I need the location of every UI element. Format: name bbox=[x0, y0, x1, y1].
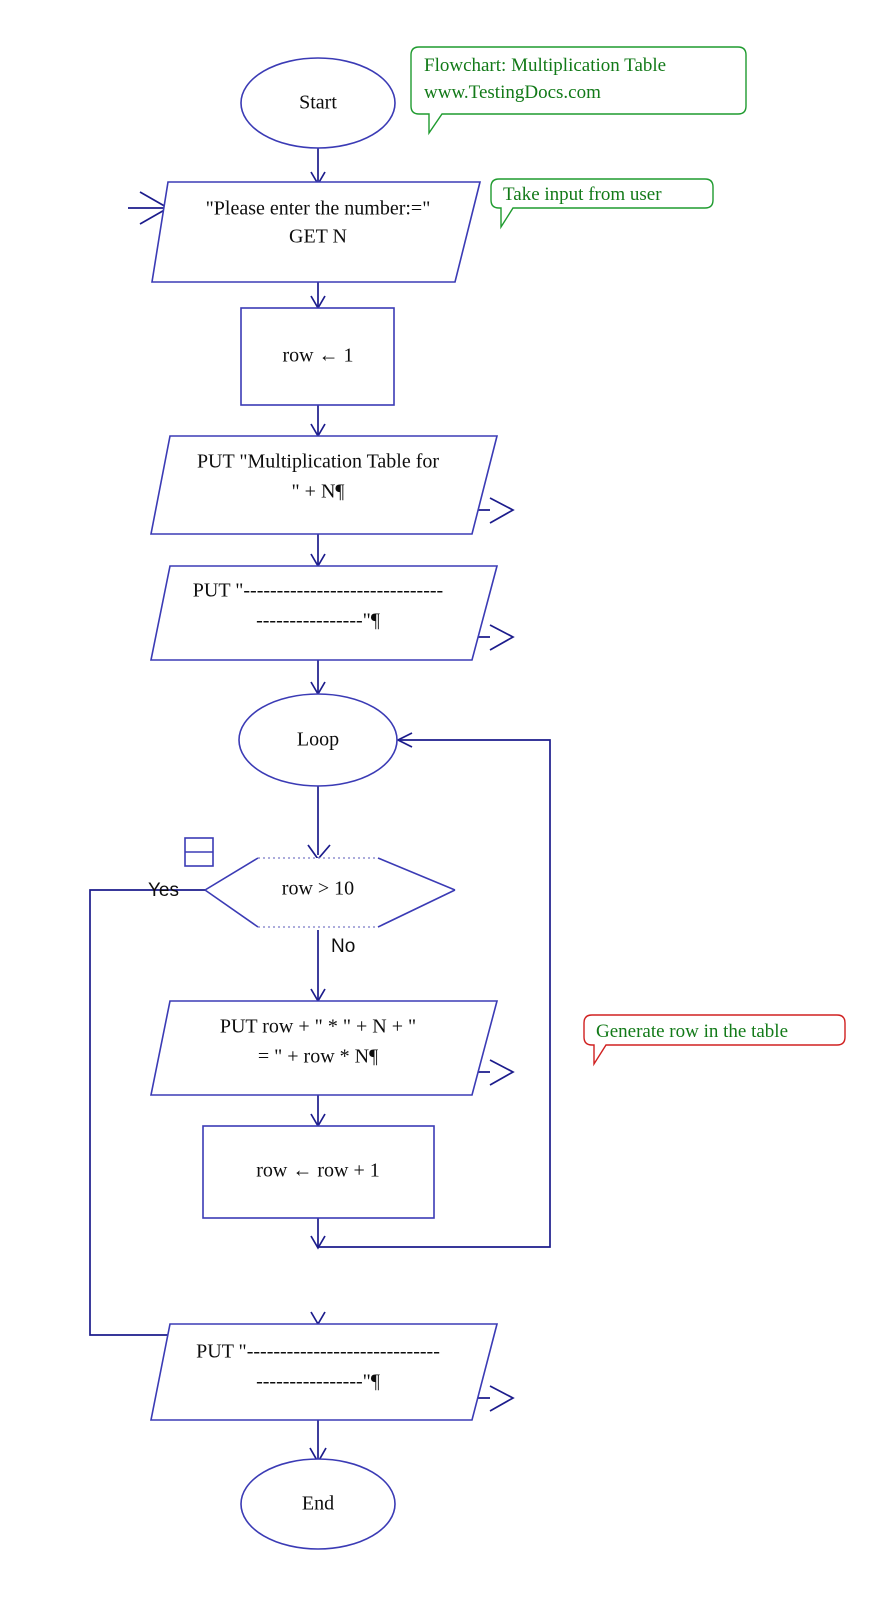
flowchart-canvas: Start "Please enter the number:=" GET N … bbox=[0, 0, 879, 1613]
node-input[interactable]: "Please enter the number:=" GET N bbox=[151, 181, 482, 283]
input-label-line2: GET N bbox=[289, 226, 347, 248]
node-put-separator-top[interactable]: PUT "------------------------------ ----… bbox=[150, 565, 499, 661]
put-sep-bottom-line1: PUT "----------------------------- bbox=[196, 1341, 440, 1363]
callout-input-line1: Take input from user bbox=[503, 184, 662, 205]
put-header-line2: " + N¶ bbox=[292, 481, 345, 503]
node-increment[interactable]: row ← row + 1 bbox=[202, 1125, 435, 1219]
put-sep-bottom-line2: ----------------"¶ bbox=[256, 1371, 380, 1393]
node-decision[interactable]: row > 10 Yes No bbox=[148, 837, 456, 957]
arrowhead-putheader-out bbox=[489, 497, 515, 524]
callout-title-line1: Flowchart: Multiplication Table bbox=[424, 55, 666, 76]
node-end[interactable]: End bbox=[240, 1458, 396, 1550]
node-put-header[interactable]: PUT "Multiplication Table for " + N¶ bbox=[150, 435, 499, 535]
node-start[interactable]: Start bbox=[240, 57, 396, 149]
arrowhead-putrow-out bbox=[489, 1059, 515, 1086]
callout-title-line2: www.TestingDocs.com bbox=[424, 82, 601, 103]
node-loop[interactable]: Loop bbox=[238, 693, 398, 787]
callout-input-note: Take input from user bbox=[490, 178, 714, 230]
node-put-row[interactable]: PUT row + " * " + N + " = " + row * N¶ bbox=[150, 1000, 499, 1096]
callout-title-note: Flowchart: Multiplication Table www.Test… bbox=[410, 46, 747, 136]
callout-row-note: Generate row in the table bbox=[583, 1014, 846, 1067]
node-init-row[interactable]: row ← 1 bbox=[240, 307, 395, 406]
end-label: End bbox=[302, 1493, 334, 1515]
arrowhead-putsepbottom-out bbox=[489, 1385, 515, 1412]
increment-label: row ← row + 1 bbox=[256, 1160, 380, 1182]
callout-row-line1: Generate row in the table bbox=[596, 1021, 788, 1042]
put-row-line2: = " + row * N¶ bbox=[258, 1046, 378, 1068]
decision-label: row > 10 bbox=[282, 878, 354, 900]
node-put-separator-bottom[interactable]: PUT "----------------------------- -----… bbox=[150, 1323, 499, 1421]
init-row-label: row ← 1 bbox=[282, 345, 353, 367]
put-header-line1: PUT "Multiplication Table for bbox=[197, 451, 439, 473]
put-sep-top-line1: PUT "------------------------------ bbox=[193, 580, 443, 602]
input-label-line1: "Please enter the number:=" bbox=[206, 198, 431, 220]
start-label: Start bbox=[299, 92, 337, 114]
arrowhead-decision-top bbox=[307, 844, 331, 861]
put-row-line1: PUT row + " * " + N + " bbox=[220, 1016, 416, 1038]
decision-yes-label: Yes bbox=[148, 880, 179, 901]
loop-label: Loop bbox=[297, 729, 339, 751]
arrowhead-putsep-out bbox=[489, 624, 515, 651]
decision-no-label: No bbox=[331, 936, 355, 957]
put-sep-top-line2: ----------------"¶ bbox=[256, 610, 380, 632]
connector-yes-branch bbox=[89, 889, 319, 1336]
